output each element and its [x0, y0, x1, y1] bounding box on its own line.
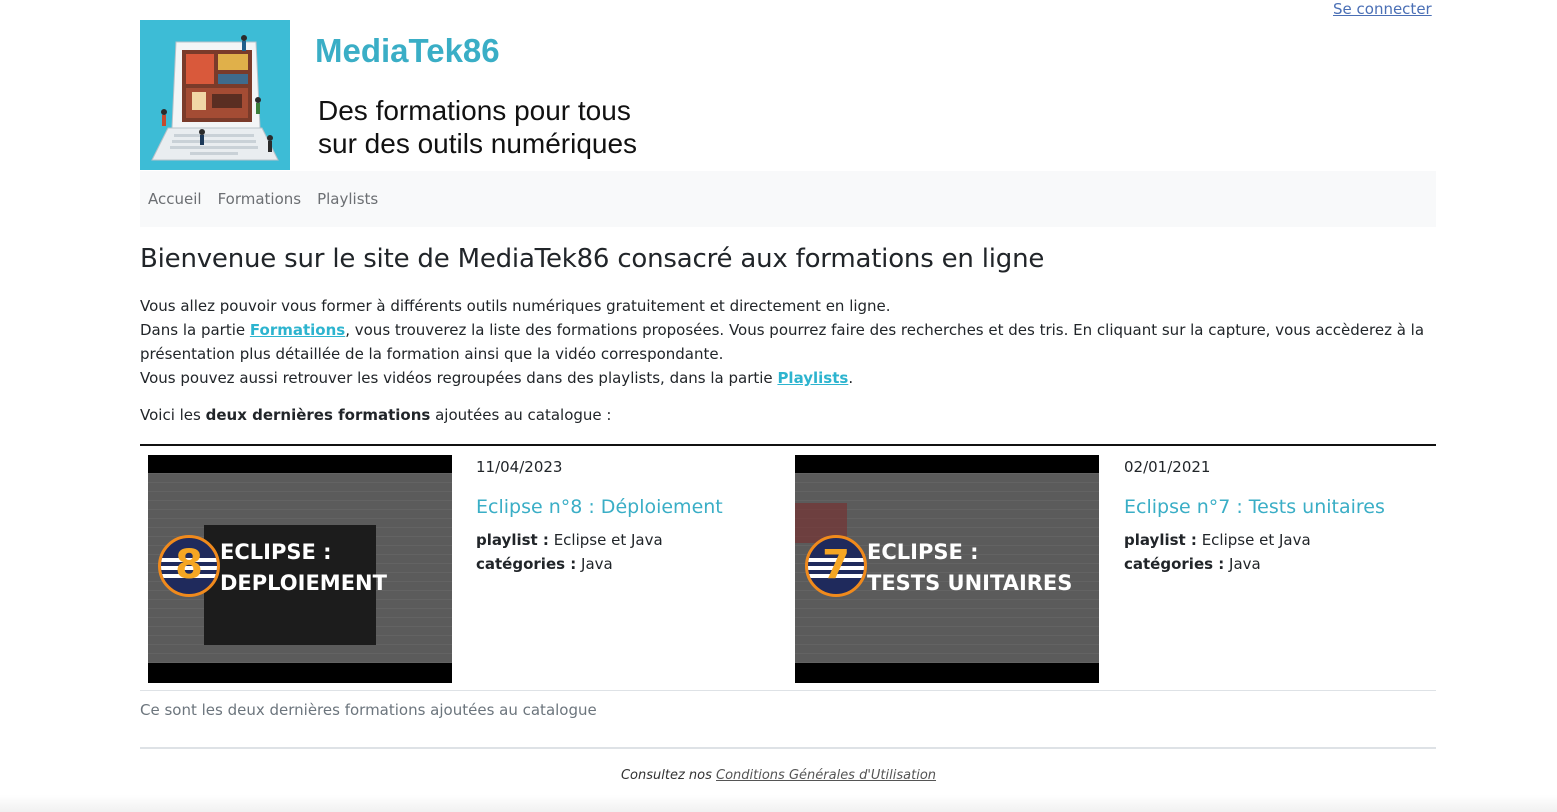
- formation-categories-1: catégories : Java: [476, 552, 663, 576]
- playlist-label: playlist :: [476, 531, 549, 549]
- page-bottom-shade: [0, 795, 1557, 812]
- formation-thumbnail-1[interactable]: 8 ECLIPSE : DEPLOIEMENT: [148, 455, 452, 683]
- formation-playlist-1: playlist : Eclipse et Java: [476, 528, 663, 552]
- footer-text: Consultez nos: [620, 768, 717, 783]
- badge-number: 8: [175, 542, 203, 588]
- intro-text-segment: Dans la partie: [140, 321, 250, 339]
- nav-item-accueil[interactable]: Accueil: [148, 190, 202, 208]
- page-title: Bienvenue sur le site de MediaTek86 cons…: [140, 244, 1045, 274]
- nav-item-playlists[interactable]: Playlists: [317, 190, 378, 208]
- table-bottom-divider: [140, 690, 1436, 691]
- intro-paragraph-2: Dans la partie Formations, vous trouvere…: [140, 318, 1436, 366]
- banner-illustration: [140, 20, 290, 170]
- formation-thumbnail-2[interactable]: 7 ECLIPSE : TESTS UNITAIRES: [795, 455, 1099, 683]
- tagline-line-1: Des formations pour tous: [318, 95, 631, 126]
- intro-text-segment: .: [848, 369, 854, 387]
- formation-title-2[interactable]: Eclipse n°7 : Tests unitaires: [1124, 496, 1385, 518]
- categories-label: catégories :: [1124, 555, 1225, 573]
- eclipse-badge-icon: 7: [805, 535, 867, 597]
- thumbnail-caption: ECLIPSE : TESTS UNITAIRES: [867, 537, 1072, 599]
- formation-playlist-2: playlist : Eclipse et Java: [1124, 528, 1311, 552]
- intro-text: Vous allez pouvoir vous former à différe…: [140, 294, 1436, 390]
- thumbnail-caption-line-2: TESTS UNITAIRES: [867, 571, 1073, 595]
- laptop-illustration-icon: [140, 20, 290, 170]
- categories-value: Java: [581, 555, 613, 573]
- thumbnail-caption-line-1: ECLIPSE :: [867, 540, 979, 564]
- categories-label: catégories :: [476, 555, 577, 573]
- latest-formations-intro: Voici les deux dernières formations ajou…: [140, 406, 611, 424]
- latest-text-segment: Voici les: [140, 406, 206, 424]
- footer-divider: [140, 747, 1436, 749]
- page-footer: Consultez nos Conditions Générales d'Uti…: [0, 768, 1557, 783]
- playlists-link[interactable]: Playlists: [777, 369, 848, 387]
- login-link[interactable]: Se connecter: [1333, 0, 1432, 18]
- eclipse-badge-icon: 8: [158, 535, 220, 597]
- thumbnail-caption-line-1: ECLIPSE :: [220, 540, 332, 564]
- tagline-line-2: sur des outils numériques: [318, 128, 638, 159]
- section-divider: [140, 444, 1436, 446]
- intro-paragraph-1: Vous allez pouvoir vous former à différe…: [140, 297, 891, 315]
- site-banner: MediaTek86 Des formations pour tous sur …: [140, 20, 660, 172]
- intro-paragraph-3: Vous pouvez aussi retrouver les vidéos r…: [140, 366, 1436, 390]
- playlist-value: Eclipse et Java: [553, 531, 663, 549]
- latest-text-segment: ajoutées au catalogue :: [430, 406, 612, 424]
- main-navbar: Accueil Formations Playlists: [140, 171, 1436, 227]
- site-title: MediaTek86: [315, 32, 500, 69]
- playlist-label: playlist :: [1124, 531, 1197, 549]
- categories-value: Java: [1229, 555, 1261, 573]
- intro-text-segment: Vous pouvez aussi retrouver les vidéos r…: [140, 369, 778, 387]
- formation-meta-2: playlist : Eclipse et Java catégories : …: [1124, 528, 1311, 576]
- formation-date-2: 02/01/2021: [1124, 458, 1211, 476]
- thumbnail-caption: ECLIPSE : DEPLOIEMENT: [220, 537, 387, 599]
- cgu-link[interactable]: Conditions Générales d'Utilisation: [716, 768, 936, 783]
- thumbnail-caption-line-2: DEPLOIEMENT: [220, 571, 387, 595]
- formation-categories-2: catégories : Java: [1124, 552, 1311, 576]
- latest-text-strong: deux dernières formations: [205, 406, 431, 424]
- formation-meta-1: playlist : Eclipse et Java catégories : …: [476, 528, 663, 576]
- formations-link[interactable]: Formations: [250, 321, 345, 339]
- nav-item-formations[interactable]: Formations: [218, 190, 302, 208]
- site-tagline: Des formations pour tous sur des outils …: [318, 94, 637, 160]
- badge-number: 7: [822, 542, 850, 588]
- table-caption: Ce sont les deux dernières formations aj…: [140, 701, 597, 719]
- playlist-value: Eclipse et Java: [1201, 531, 1311, 549]
- formation-title-1[interactable]: Eclipse n°8 : Déploiement: [476, 496, 723, 518]
- formation-date-1: 11/04/2023: [476, 458, 563, 476]
